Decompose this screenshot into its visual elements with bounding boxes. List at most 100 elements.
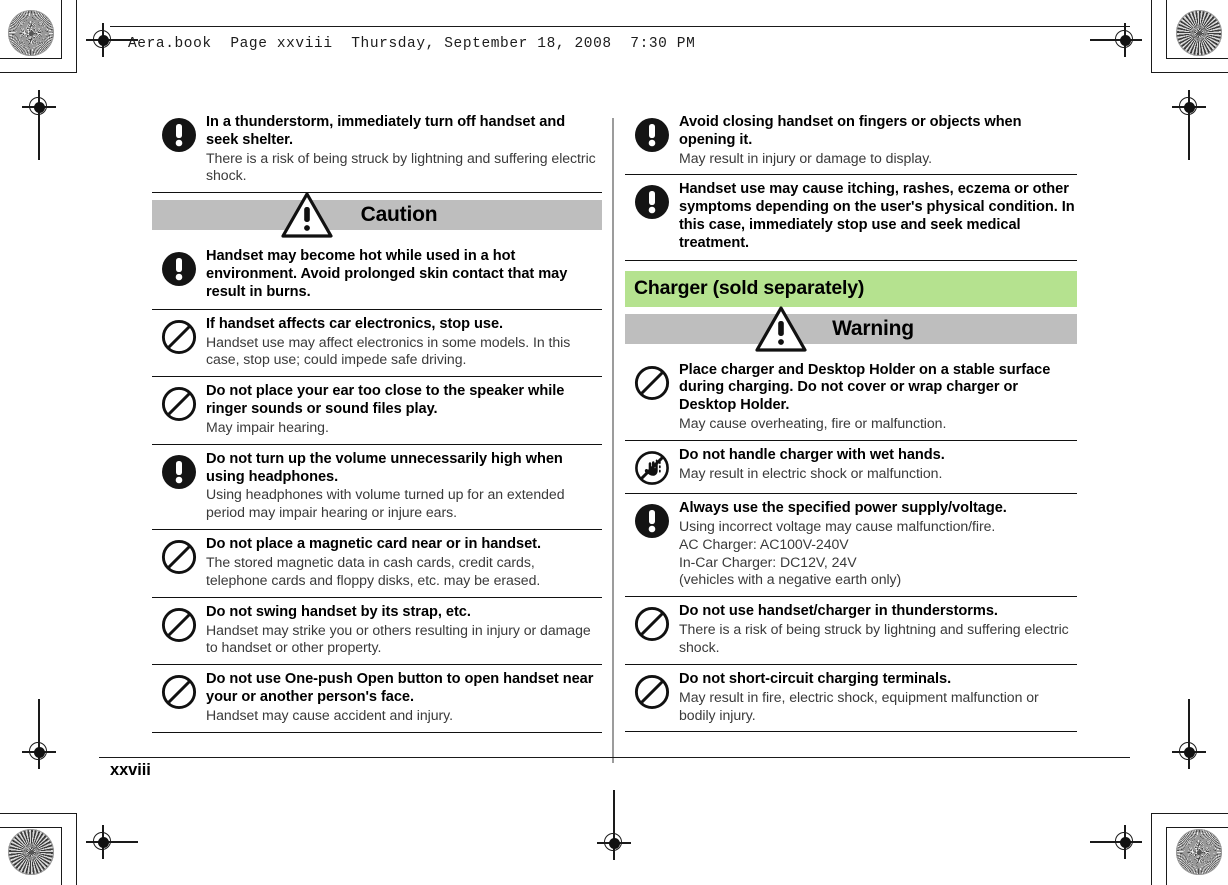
column-divider: [612, 118, 614, 763]
safety-entry: Do not short-circuit charging terminals.…: [625, 663, 1077, 733]
entry-description: Handset use may affect electronics in so…: [206, 333, 571, 368]
crop-mark-bottom-left-v: [61, 827, 63, 885]
warning-banner-spacer: [625, 344, 1077, 360]
safety-entry: Handset may become hot while used in a h…: [152, 246, 602, 308]
registration-cross-left-edge: [22, 90, 56, 160]
prohibition-icon: [152, 316, 206, 355]
crop-mark-top-left-v: [61, 0, 63, 58]
entry-body: In a thunderstorm, immediately turn off …: [206, 114, 602, 185]
registration-cross-bottom-left: [86, 825, 138, 859]
section-header-charger: Charger (sold separately): [625, 270, 1077, 307]
caution-label: Caution: [360, 203, 438, 227]
document-page: Aera.book Page xxviii Thursday, Septembe…: [0, 0, 1228, 885]
entry-title: Handset may become hot while used in a h…: [206, 248, 568, 300]
mandatory-exclamation-icon: [152, 114, 206, 153]
safety-entry: Do not use One-push Open button to open …: [152, 664, 602, 733]
entry-body: Do not turn up the volume unnecessarily …: [206, 451, 602, 522]
prohibition-icon: [152, 671, 206, 710]
safety-entry: Do not use handset/charger in thundersto…: [625, 596, 1077, 664]
entry-title: Do not handle charger with wet hands.: [679, 446, 945, 463]
prohibition-icon: [625, 362, 679, 401]
warning-banner: Warning: [625, 306, 1077, 352]
registration-rosette-bottom-right: [1176, 829, 1222, 875]
entry-body: Do not place a magnetic card near or in …: [206, 536, 602, 590]
crop-mark-bottom-left-h: [0, 827, 62, 829]
entry-body: Do not place your ear too close to the s…: [206, 383, 602, 436]
crop-mark-top-right-inner-h: [1151, 72, 1228, 74]
section-header-label: Charger (sold separately): [634, 277, 865, 300]
safety-entry: Do not handle charger with wet hands. Ma…: [625, 439, 1077, 493]
entry-description: There is a risk of being struck by light…: [679, 621, 1069, 655]
safety-entry: Always use the specified power supply/vo…: [625, 492, 1077, 596]
entry-title: Do not swing handset by its strap, etc.: [206, 603, 471, 620]
prohibition-icon: [625, 671, 679, 710]
safety-entry: Do not swing handset by its strap, etc. …: [152, 596, 602, 665]
safety-entry: Handset use may cause itching, rashes, e…: [625, 174, 1077, 261]
page-number: xxviii: [110, 761, 151, 779]
safety-entry: Do not place your ear too close to the s…: [152, 376, 602, 443]
safety-entry: Do not turn up the volume unnecessarily …: [152, 443, 602, 529]
entry-title: Place charger and Desktop Holder on a st…: [679, 361, 1051, 414]
entry-description: There is a risk of being struck by light…: [206, 149, 596, 184]
entry-body: Do not short-circuit charging terminals.…: [679, 671, 1077, 725]
entry-title: Do not use One-push Open button to open …: [206, 671, 594, 706]
entry-description: May result in electric shock or malfunct…: [679, 464, 943, 481]
entry-body: Handset may become hot while used in a h…: [206, 248, 602, 301]
entry-description: May result in fire, electric shock, equi…: [679, 688, 1039, 723]
left-column: In a thunderstorm, immediately turn off …: [152, 112, 602, 733]
entry-body: Always use the specified power supply/vo…: [679, 500, 1077, 589]
entry-title: Do not use handset/charger in thundersto…: [679, 603, 998, 620]
crop-mark-top-left-inner-v: [76, 0, 78, 72]
entry-body: Do not handle charger with wet hands. Ma…: [679, 447, 1077, 483]
folio-rule: [99, 757, 1130, 759]
registration-cross-right-edge: [1172, 90, 1206, 160]
entry-title: Handset use may cause itching, rashes, e…: [679, 181, 1075, 251]
entry-body: Do not swing handset by its strap, etc. …: [206, 604, 602, 658]
safety-entry: Place charger and Desktop Holder on a st…: [625, 360, 1077, 440]
crop-mark-top-right-h: [1166, 58, 1228, 60]
header-rule: [110, 26, 1130, 28]
entry-description: May result in injury or damage to displa…: [679, 149, 933, 166]
entry-description: Handset may cause accident and injury.: [206, 706, 453, 723]
entry-body: Handset use may cause itching, rashes, e…: [679, 181, 1077, 252]
entry-title: In a thunderstorm, immediately turn off …: [206, 114, 566, 148]
entry-body: Place charger and Desktop Holder on a st…: [679, 362, 1077, 433]
file-header-text: Aera.book Page xxviii Thursday, Septembe…: [128, 36, 696, 52]
warning-label: Warning: [832, 316, 914, 340]
crop-mark-top-left-inner-h: [0, 72, 77, 74]
registration-cross-left-edge-lower: [22, 699, 56, 769]
crop-mark-bottom-right-v: [1166, 827, 1168, 885]
caution-banner: Caution: [152, 192, 602, 238]
crop-mark-bottom-right-h: [1166, 827, 1228, 829]
entry-title: Do not place your ear too close to the s…: [206, 383, 565, 418]
prohibition-icon: [152, 604, 206, 643]
crop-mark-bottom-left-inner-h: [0, 813, 77, 815]
prohibition-icon: [152, 536, 206, 575]
entry-title: Do not short-circuit charging terminals.: [679, 670, 952, 687]
entry-body: If handset affects car electronics, stop…: [206, 316, 602, 370]
entry-body: Avoid closing handset on fingers or obje…: [679, 114, 1077, 167]
crop-mark-bottom-right-inner-h: [1151, 813, 1228, 815]
mandatory-exclamation-icon: [625, 181, 679, 220]
safety-entry: If handset affects car electronics, stop…: [152, 308, 602, 377]
mandatory-exclamation-icon: [625, 500, 679, 539]
caution-banner-spacer: [152, 230, 602, 246]
caution-triangle-icon: [755, 306, 807, 352]
entry-title: If handset affects car electronics, stop…: [206, 315, 504, 332]
entry-description: Handset may strike you or others resulti…: [206, 621, 591, 656]
entry-description: Using incorrect voltage may cause malfun…: [679, 517, 996, 588]
crop-mark-bottom-left-inner-v: [76, 813, 78, 885]
entry-body: Do not use handset/charger in thundersto…: [679, 603, 1077, 657]
safety-entry: In a thunderstorm, immediately turn off …: [152, 112, 602, 194]
crop-mark-top-left-h: [0, 58, 62, 60]
mandatory-exclamation-icon: [152, 451, 206, 490]
crop-mark-bottom-right-inner-v: [1151, 813, 1153, 885]
crop-mark-top-right-v: [1166, 0, 1168, 58]
registration-rosette-top-right: [1176, 10, 1222, 56]
right-column: Avoid closing handset on fingers or obje…: [625, 112, 1077, 733]
prohibition-icon: [152, 383, 206, 422]
safety-entry: Avoid closing handset on fingers or obje…: [625, 112, 1077, 174]
wet-hands-prohibition-icon: [625, 447, 679, 486]
entry-title: Do not place a magnetic card near or in …: [206, 536, 541, 553]
